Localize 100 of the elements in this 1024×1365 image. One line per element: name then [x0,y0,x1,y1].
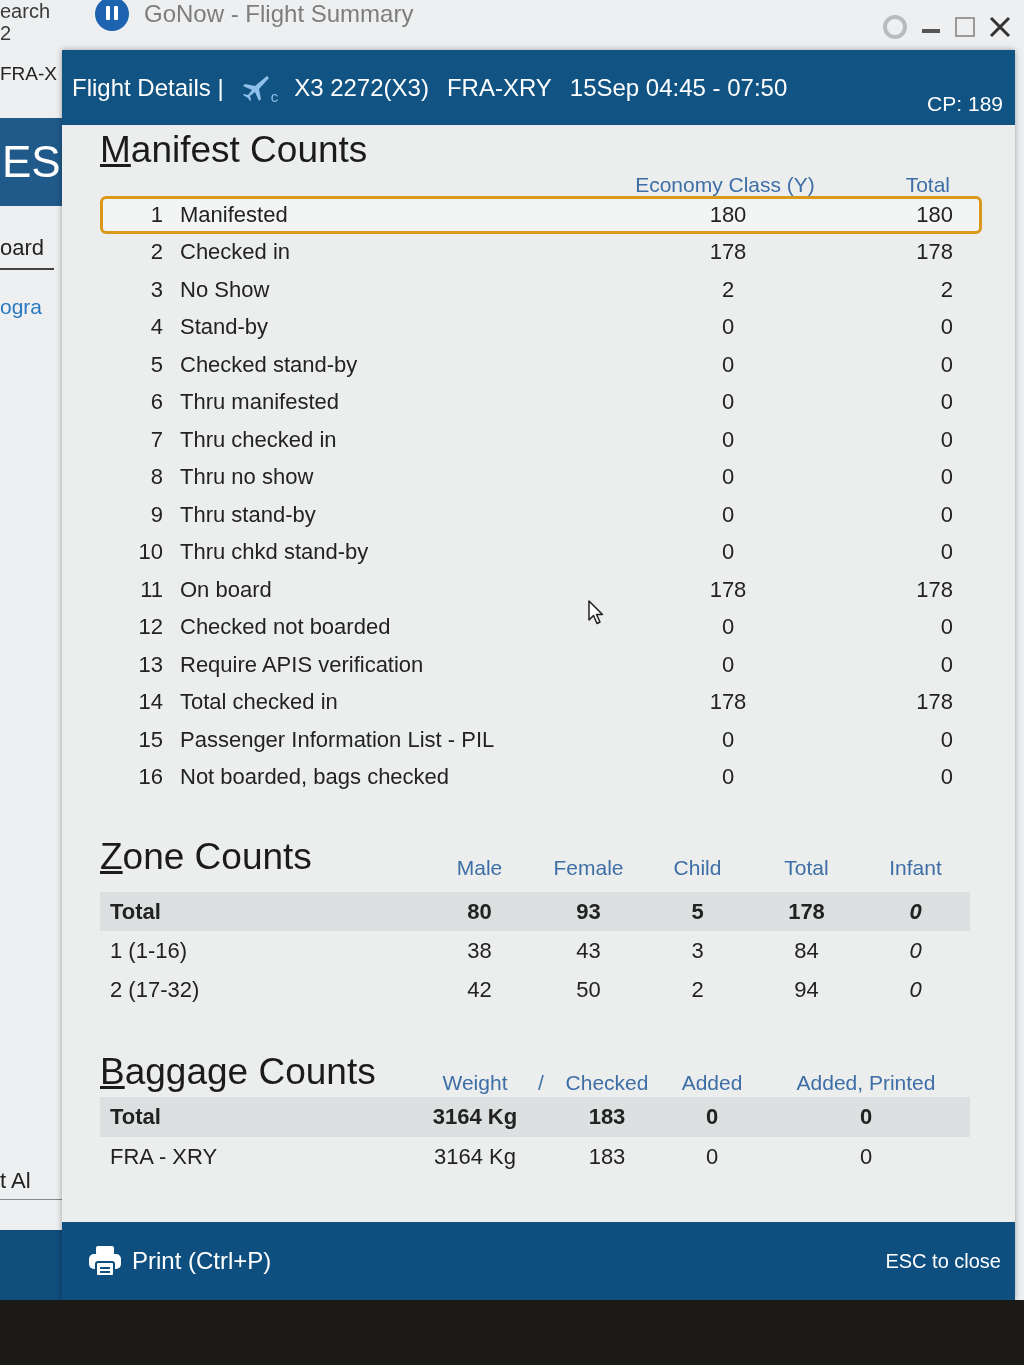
row-number: 11 [140,576,163,603]
row-label: Checked stand-by [180,351,358,378]
row-label: Manifested [180,201,288,228]
column-header: Total [784,856,829,880]
row-label: Passenger Information List - PIL [180,726,495,753]
table-row[interactable]: 16 Not boarded, bags checked 0 0 [100,758,982,796]
flight-schedule: 15Sep 04:45 - 07:50 [569,72,788,103]
row-number: 16 [138,764,163,791]
table-cell: 3164 Kg [434,1144,516,1170]
table-cell: 0 [940,314,953,341]
menu-item[interactable]: t Al [0,1167,31,1195]
row-number: 9 [150,501,163,528]
table-cell: 93 [576,898,601,925]
row-number: 15 [138,726,163,753]
print-button[interactable]: Print (Ctrl+P) [80,1239,280,1283]
table-cell: 0 [940,614,953,641]
table-row[interactable]: 5 Checked stand-by 0 0 [100,346,982,384]
row-number: 13 [138,651,163,678]
table-cell: 0 [940,764,953,791]
table-cell: 0 [721,539,735,566]
row-number: 10 [138,539,163,566]
table-cell: 178 [916,689,953,716]
table-cell: 42 [467,976,492,1003]
table-row[interactable]: 12 Checked not boarded 0 0 [100,608,982,646]
table-cell: 94 [794,976,819,1003]
row-number: 5 [150,351,163,378]
table-cell: 0 [721,726,735,753]
table-cell: 2 [940,276,953,303]
close-icon[interactable] [988,15,1012,39]
menu-link[interactable]: ogra [0,294,43,320]
table-cell: 0 [909,898,922,925]
dialog-title: Flight Details | [72,72,224,103]
table-cell: 0 [721,464,735,491]
column-header: Economy Class (Y) [635,173,815,197]
table-row[interactable]: 3 No Show 2 2 [100,271,982,309]
row-number: 4 [150,314,163,341]
table-row[interactable]: 13 Require APIS verification 0 0 [100,646,982,684]
table-cell: 0 [721,614,735,641]
table-row[interactable]: 7 Thru checked in 0 0 [100,421,982,459]
table-cell: 0 [940,501,953,528]
section-heading: Manifest Counts [100,128,368,172]
row-label: Total [110,1104,161,1130]
table-cell: 0 [909,976,922,1003]
table-row[interactable]: 1 Manifested 180 180 [100,196,982,234]
table-cell: 0 [940,539,953,566]
table-row[interactable]: 6 Thru manifested 0 0 [100,383,982,421]
section-heading: Zone Counts [100,835,312,879]
row-label: Thru stand-by [180,501,316,528]
table-row[interactable]: 4 Stand-by 0 0 [100,308,982,346]
table-cell: 2 [721,276,735,303]
row-label: Require APIS verification [180,651,424,678]
column-header: Child [673,856,722,880]
table-row[interactable]: 15 Passenger Information List - PIL 0 0 [100,721,982,759]
table-cell: 178 [916,239,953,266]
table-cell: 43 [576,937,601,964]
table-cell: 0 [705,1104,719,1130]
result-count: 2 [0,22,12,44]
menu-item[interactable]: oard [0,234,45,262]
flight-number: X3 2272(X3) [294,72,429,103]
table-row[interactable]: 11 On board 178 178 [100,571,982,609]
table-row[interactable]: 10 Thru chkd stand-by 0 0 [100,533,982,571]
table-row[interactable]: 2 Checked in 178 178 [100,233,982,271]
table-cell: 0 [721,651,735,678]
table-cell: 183 [588,1104,626,1130]
row-label: Not boarded, bags checked [180,764,450,791]
row-number: 7 [150,426,163,453]
row-label: Total checked in [180,689,338,716]
column-header: Added [681,1071,743,1095]
table-cell: 0 [940,651,953,678]
printer-icon [88,1245,122,1277]
row-label: Thru checked in [180,426,337,453]
table-cell: 0 [909,937,922,964]
table-row[interactable]: 8 Thru no show 0 0 [100,458,982,496]
row-label: Checked in [180,239,291,266]
table-cell: 180 [709,201,747,228]
column-separator: / [538,1071,544,1095]
table-row[interactable]: 9 Thru stand-by 0 0 [100,496,982,534]
row-label: Total [110,898,161,925]
row-label: FRA - XRY [110,1144,218,1170]
table-cell: 180 [916,201,953,228]
column-header: Weight [442,1071,508,1095]
row-label: Stand-by [180,314,269,341]
table-cell: 0 [940,464,953,491]
table-row[interactable]: 14 Total checked in 178 178 [100,683,982,721]
table-cell: 50 [576,976,601,1003]
column-header: Total [905,173,950,197]
table-cell: 0 [859,1104,873,1130]
column-header: Male [456,856,503,880]
cursor-icon [588,600,604,625]
checkpoint-count: CP: 189 [927,91,1003,117]
route-tab[interactable]: FRA-X [0,60,57,88]
table-cell: 0 [940,726,953,753]
table-cell: 183 [588,1144,626,1170]
row-number: 3 [150,276,163,303]
table-cell: 3 [691,937,704,964]
table-cell: 80 [467,898,492,925]
row-number: 2 [150,239,163,266]
column-header: Infant [889,856,942,880]
row-label: Checked not boarded [180,614,391,641]
table-cell: 0 [859,1144,873,1170]
